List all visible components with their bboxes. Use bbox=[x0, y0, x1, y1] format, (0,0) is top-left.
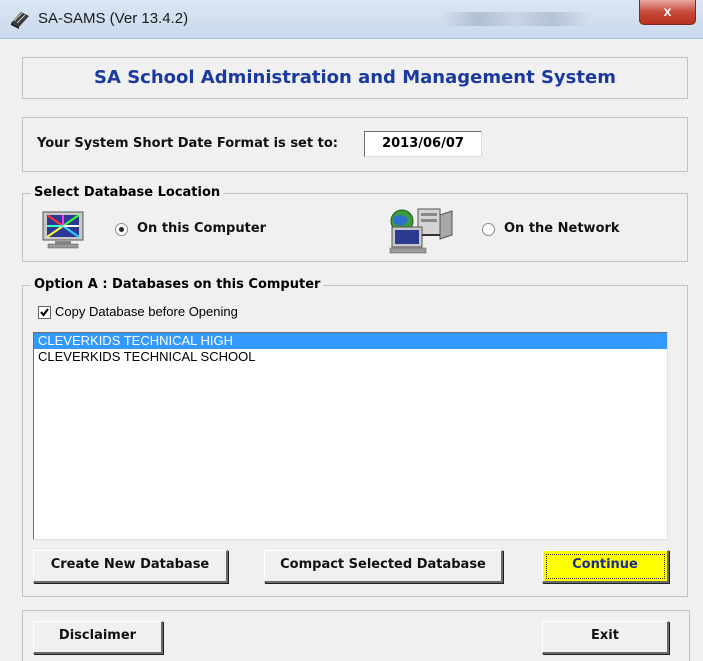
on-the-network-radio[interactable] bbox=[482, 223, 495, 236]
computer-monitor-icon bbox=[42, 211, 84, 249]
create-new-database-button[interactable]: Create New Database bbox=[33, 550, 228, 583]
app-icon bbox=[11, 12, 29, 29]
on-this-computer-label[interactable]: On this Computer bbox=[137, 221, 266, 236]
header-panel: SA School Administration and Management … bbox=[22, 57, 688, 99]
radio-selected-dot bbox=[119, 227, 124, 232]
database-list[interactable]: CLEVERKIDS TECHNICAL HIGH CLEVERKIDS TEC… bbox=[33, 332, 668, 540]
copy-database-checkbox[interactable] bbox=[38, 306, 51, 319]
exit-button[interactable]: Exit bbox=[542, 621, 669, 654]
window-title: SA-SAMS (Ver 13.4.2) bbox=[38, 10, 189, 27]
copy-database-label[interactable]: Copy Database before Opening bbox=[55, 304, 238, 319]
on-this-computer-radio[interactable] bbox=[115, 223, 128, 236]
close-button[interactable]: x bbox=[639, 0, 696, 25]
network-computer-icon bbox=[389, 208, 453, 254]
list-item[interactable]: CLEVERKIDS TECHNICAL HIGH bbox=[34, 333, 667, 349]
title-bar-blur bbox=[440, 12, 590, 26]
list-item[interactable]: CLEVERKIDS TECHNICAL SCHOOL bbox=[34, 349, 667, 365]
continue-button[interactable]: Continue bbox=[542, 550, 669, 583]
on-the-network-label[interactable]: On the Network bbox=[504, 221, 620, 236]
option-a-legend: Option A : Databases on this Computer bbox=[31, 277, 324, 292]
close-icon: x bbox=[663, 3, 672, 19]
compact-selected-database-button[interactable]: Compact Selected Database bbox=[264, 550, 503, 583]
checkmark-icon bbox=[40, 308, 49, 317]
date-format-value: 2013/06/07 bbox=[364, 131, 482, 157]
app-heading: SA School Administration and Management … bbox=[94, 67, 616, 88]
date-format-label: Your System Short Date Format is set to: bbox=[37, 136, 338, 151]
title-bar: SA-SAMS (Ver 13.4.2) x bbox=[0, 0, 703, 39]
database-location-legend: Select Database Location bbox=[31, 185, 224, 200]
disclaimer-button[interactable]: Disclaimer bbox=[33, 621, 163, 654]
